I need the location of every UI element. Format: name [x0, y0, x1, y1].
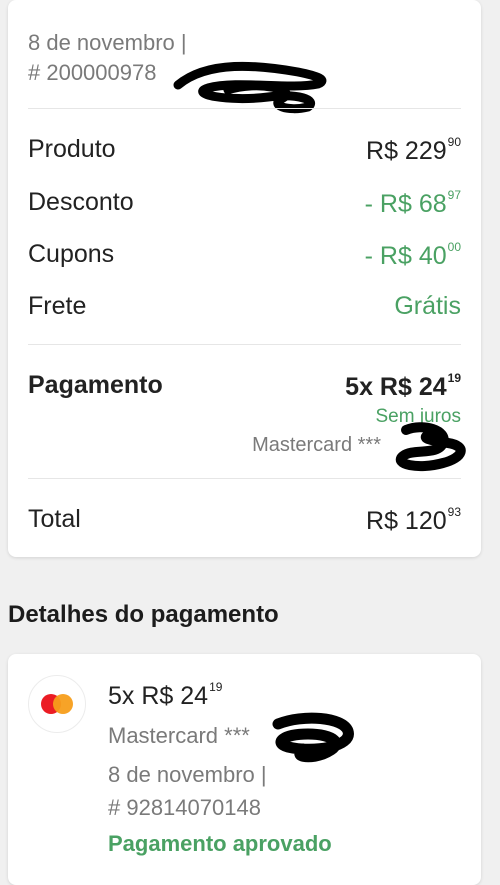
section-title: Detalhes do pagamento — [8, 601, 279, 628]
payment-details-card[interactable]: 5x R$ 2419 Mastercard *** 8 de novembro … — [8, 654, 481, 885]
payment-status: Pagamento aprovado — [108, 831, 332, 856]
total-value: R$ 12093 — [366, 505, 461, 535]
shipping-value: Grátis — [394, 292, 461, 320]
divider — [28, 108, 461, 109]
total-label: Total — [28, 505, 81, 533]
divider — [28, 478, 461, 479]
product-label: Produto — [28, 135, 116, 163]
redaction-scribble — [272, 712, 354, 763]
payment-label: Pagamento — [28, 371, 163, 399]
payment-value: 5x R$ 2419 — [345, 371, 461, 401]
mastercard-icon — [28, 675, 86, 733]
order-number: # 200000978 — [28, 60, 157, 85]
payment-card-text: Mastercard *** — [108, 723, 250, 748]
redaction-scribble — [173, 61, 327, 114]
payment-amount: 5x R$ 2419 — [108, 680, 223, 710]
divider — [28, 344, 461, 345]
transaction-number: # 92814070148 — [108, 795, 261, 820]
product-value: R$ 22990 — [366, 135, 461, 165]
redaction-scribble — [395, 422, 466, 472]
coupons-label: Cupons — [28, 240, 115, 268]
order-summary-card: 8 de novembro | # 200000978 Produto R$ 2… — [8, 0, 481, 557]
discount-value: - R$ 6897 — [364, 188, 461, 218]
shipping-label: Frete — [28, 292, 87, 320]
coupons-value: - R$ 4000 — [364, 240, 461, 270]
order-date: 8 de novembro | — [28, 30, 187, 55]
discount-label: Desconto — [28, 188, 134, 216]
payment-date: 8 de novembro | — [108, 762, 267, 787]
payment-card-text: Mastercard *** — [252, 434, 381, 456]
